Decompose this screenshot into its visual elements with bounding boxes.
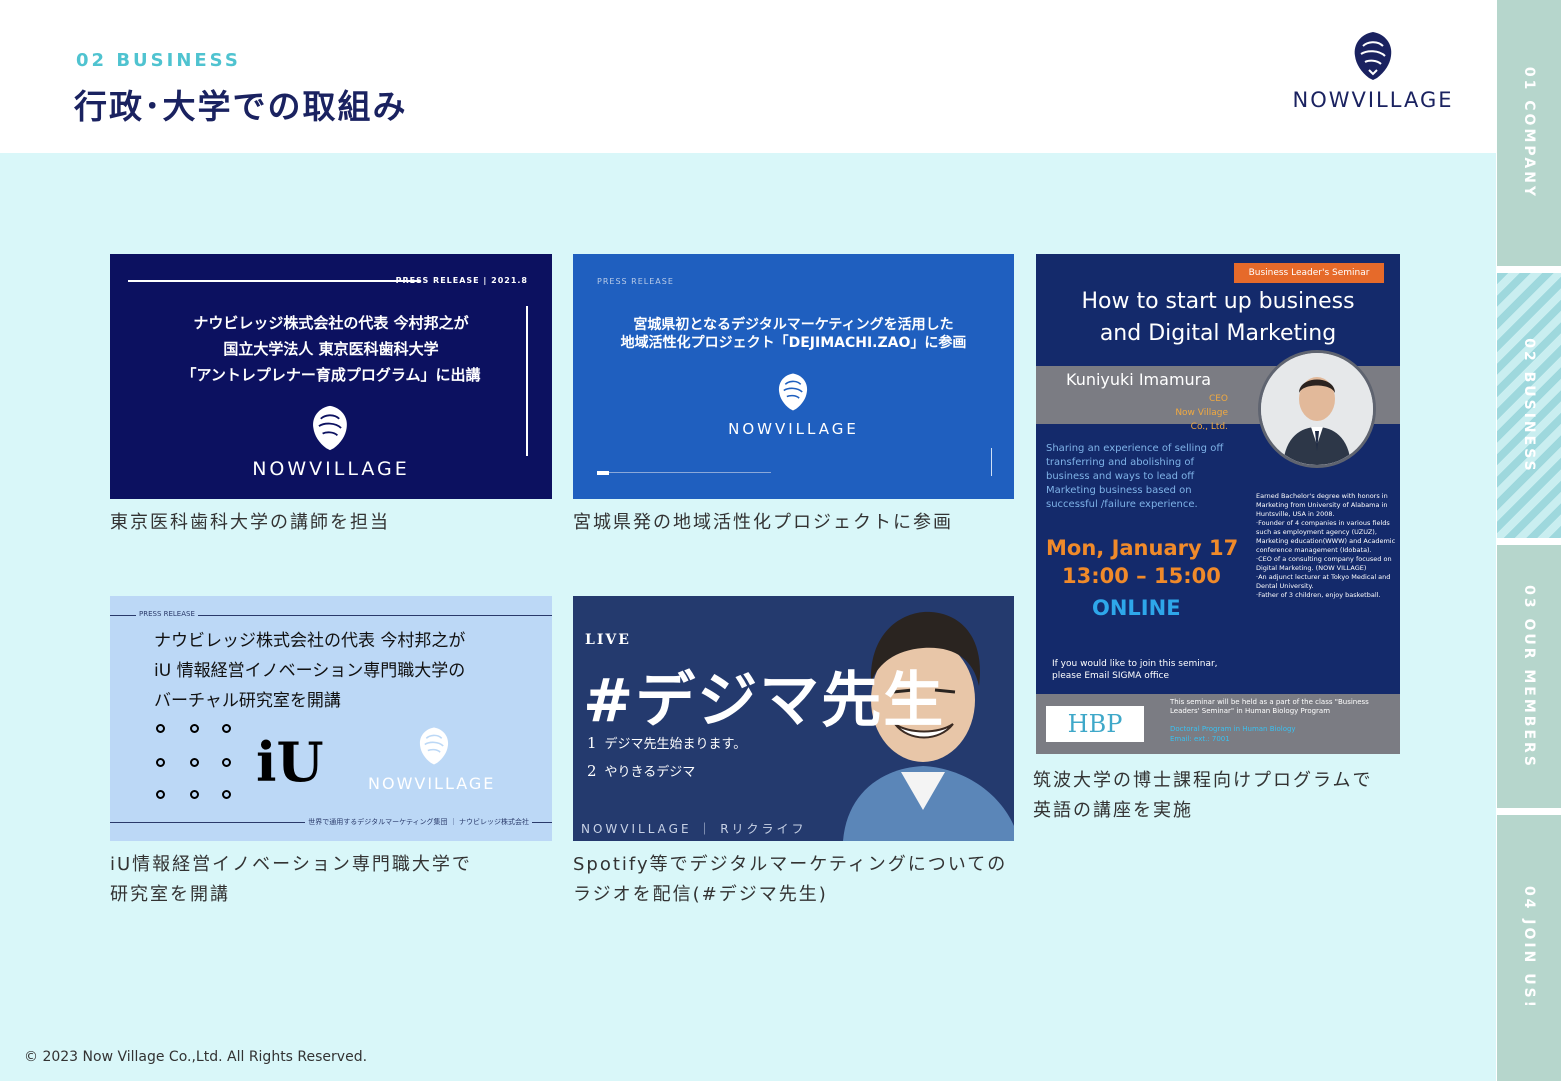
program-email: Email: ext.: 7001 — [1170, 735, 1230, 743]
caption-line: Spotify等でデジタルマーケティングについての — [573, 854, 1008, 875]
bio-line: Earned Bachelor's degree with honors in … — [1256, 492, 1388, 518]
headline-line: 地域活性化プロジェクト「DEJIMACHI.ZAO」に参画 — [620, 335, 967, 351]
caption-line: 宮城県発の地域活性化プロジェクトに参画 — [573, 512, 953, 533]
side-tab-label: 01 COMPANY — [1521, 66, 1537, 200]
card-caption: iU情報経営イノベーション専門職大学で 研究室を開講 — [110, 850, 472, 910]
page-title: 行政･大学での取組み — [74, 87, 408, 126]
seminar-note: This seminar will be held as a part of t… — [1170, 698, 1369, 715]
side-tab-our-members[interactable]: 03 OUR MEMBERS — [1497, 545, 1561, 808]
lion-logo-icon — [419, 727, 449, 765]
join-instructions: If you would like to join this seminar, … — [1052, 658, 1218, 682]
live-label: LIVE — [585, 632, 631, 648]
headline-line: 国立大学法人 東京医科歯科大学 — [223, 340, 439, 358]
headline-line: ナウビレッジ株式会社の代表 今村邦之が — [154, 631, 466, 651]
episode-number: 1 — [587, 734, 597, 752]
side-tab-company[interactable]: 01 COMPANY — [1497, 0, 1561, 266]
caption-line: ラジオを配信(#デジマ先生) — [573, 884, 828, 905]
title-line: How to start up business — [1081, 289, 1355, 314]
lion-logo-icon — [1354, 32, 1392, 80]
caption-line: 英語の講座を実施 — [1033, 800, 1193, 821]
bio-line: ·Founder of 4 companies in various field… — [1256, 519, 1396, 554]
hbp-logo: HBP — [1046, 706, 1144, 742]
speaker-role: CEO Now Village Co., Ltd. — [1156, 392, 1228, 434]
card-footnote: 世界で通用するデジタルマーケティング集団 ｜ ナウビレッジ株式会社 — [305, 817, 532, 827]
headline-line: ナウビレッジ株式会社の代表 今村邦之が — [193, 314, 469, 332]
headline-line: iU 情報経営イノベーション専門職大学の — [154, 661, 466, 681]
logo-text: NOWVILLAGE — [1292, 88, 1454, 112]
episode-title: やりきるデジマ — [604, 765, 696, 780]
program-info: Doctoral Program in Human Biology Email:… — [1170, 724, 1394, 744]
video-progress-fill — [597, 471, 609, 475]
headline-line: バーチャル研究室を開講 — [154, 691, 341, 711]
speaker-photo — [1258, 350, 1376, 468]
speaker-name: Kuniyuki Imamura — [1066, 370, 1212, 389]
program-name: Doctoral Program in Human Biology — [1170, 725, 1296, 733]
copyright-notice: © 2023 Now Village Co.,Ltd. All Rights R… — [24, 1049, 368, 1065]
press-release-label: PRESS RELEASE — [597, 277, 674, 286]
seminar-title: How to start up business and Digital Mar… — [1036, 286, 1400, 350]
press-release-label: PRESS RELEASE — [136, 610, 198, 618]
header: 02 BUSINESS 行政･大学での取組み NOWVILLAGE — [0, 0, 1496, 153]
seminar-badge: Business Leader's Seminar — [1234, 263, 1384, 283]
caption-line: 筑波大学の博士課程向けプログラムで — [1033, 770, 1373, 791]
podcast-footer: NOWVILLAGE ｜ Rリクライフ — [581, 822, 807, 836]
divider — [128, 280, 420, 282]
company-logo[interactable]: NOWVILLAGE — [1280, 30, 1466, 122]
title-line: and Digital Marketing — [1099, 321, 1337, 346]
episode-list: 1 デジマ先生始まります。 2 やりきるデジマ — [587, 730, 746, 786]
iu-logo: iU — [256, 730, 324, 794]
podcast-title: #デジマ先生 — [583, 666, 946, 736]
episode-number: 2 — [587, 762, 597, 780]
side-tab-label: 04 JOIN US! — [1521, 885, 1537, 1011]
press-release-card-dejimachi-zao[interactable]: PRESS RELEASE 宮城県初となるデジタルマーケティングを活用した 地域… — [573, 254, 1014, 499]
caption-line: iU情報経営イノベーション専門職大学で — [110, 854, 472, 875]
episode-item: 1 デジマ先生始まります。 — [587, 730, 746, 758]
card-caption: 筑波大学の博士課程向けプログラムで 英語の講座を実施 — [1033, 766, 1372, 826]
headline-line: 宮城県初となるデジタルマーケティングを活用した — [633, 317, 954, 333]
brand-text: NOWVILLAGE — [368, 774, 496, 793]
side-tab-label: 02 BUSINESS — [1521, 337, 1537, 474]
company: Now Village Co., Ltd. — [1175, 408, 1228, 432]
role: CEO — [1208, 394, 1228, 404]
join-line: please Email SIGMA office — [1052, 671, 1169, 681]
press-release-label: PRESS RELEASE | 2021.8 — [395, 276, 528, 285]
press-release-card-iu[interactable]: PRESS RELEASE ナウビレッジ株式会社の代表 今村邦之が iU 情報経… — [110, 596, 552, 841]
bio-line: ·CEO of a consulting company focused on … — [1256, 555, 1392, 572]
press-release-card-tmd-university[interactable]: PRESS RELEASE | 2021.8 ナウビレッジ株式会社の代表 今村邦… — [110, 254, 552, 499]
headline-line: 「アントレプレナー育成プログラム」に出講 — [181, 366, 481, 384]
card-caption: 東京医科歯科大学の講師を担当 — [110, 508, 390, 538]
iu-dots-logo-icon — [156, 724, 236, 804]
brand-text: NOWVILLAGE — [728, 420, 859, 438]
section-number: 02 BUSINESS — [76, 50, 241, 71]
seminar-time: 13:00 – 15:00 — [1062, 564, 1221, 588]
divider — [991, 448, 992, 476]
bio-line: ·An adjunct lecturer at Tokyo Medical an… — [1256, 573, 1391, 590]
card-caption: 宮城県発の地域活性化プロジェクトに参画 — [573, 508, 953, 538]
brand-text: NOWVILLAGE — [252, 458, 410, 480]
seminar-flyer-card[interactable]: Business Leader's Seminar How to start u… — [1036, 254, 1400, 754]
card-headline: 宮城県初となるデジタルマーケティングを活用した 地域活性化プロジェクト「DEJI… — [573, 316, 1014, 352]
lion-logo-icon — [778, 373, 808, 411]
side-tab-business[interactable]: 02 BUSINESS — [1497, 273, 1561, 538]
join-line: If you would like to join this seminar, — [1052, 659, 1218, 669]
seminar-description: Sharing an experience of selling off tra… — [1046, 443, 1224, 510]
card-headline: ナウビレッジ株式会社の代表 今村邦之が iU 情報経営イノベーション専門職大学の… — [154, 626, 465, 716]
side-tab-join-us[interactable]: 04 JOIN US! — [1497, 815, 1561, 1081]
card-caption: Spotify等でデジタルマーケティングについての ラジオを配信(#デジマ先生) — [573, 850, 1007, 910]
caption-line: 東京医科歯科大学の講師を担当 — [110, 512, 390, 533]
lion-logo-icon — [313, 405, 347, 451]
seminar-date: Mon, January 17 — [1046, 536, 1239, 560]
podcast-card-dejima-sensei[interactable]: LIVE #デジマ先生 1 デジマ先生始まります。 2 やりきるデジマ NOWVIL… — [573, 596, 1014, 841]
speaker-bio: Earned Bachelor's degree with honors in … — [1256, 492, 1396, 600]
side-tab-label: 03 OUR MEMBERS — [1521, 584, 1537, 769]
seminar-format: ONLINE — [1092, 596, 1181, 620]
video-progress-track — [597, 472, 771, 473]
card-headline: ナウビレッジ株式会社の代表 今村邦之が 国立大学法人 東京医科歯科大学 「アント… — [110, 310, 552, 388]
episode-item: 2 やりきるデジマ — [587, 758, 746, 786]
caption-line: 研究室を開講 — [110, 884, 230, 905]
person-avatar-icon — [1261, 353, 1373, 465]
bio-line: ·Father of 3 children, enjoy basketball. — [1256, 591, 1381, 599]
episode-title: デジマ先生始まります。 — [604, 737, 747, 752]
